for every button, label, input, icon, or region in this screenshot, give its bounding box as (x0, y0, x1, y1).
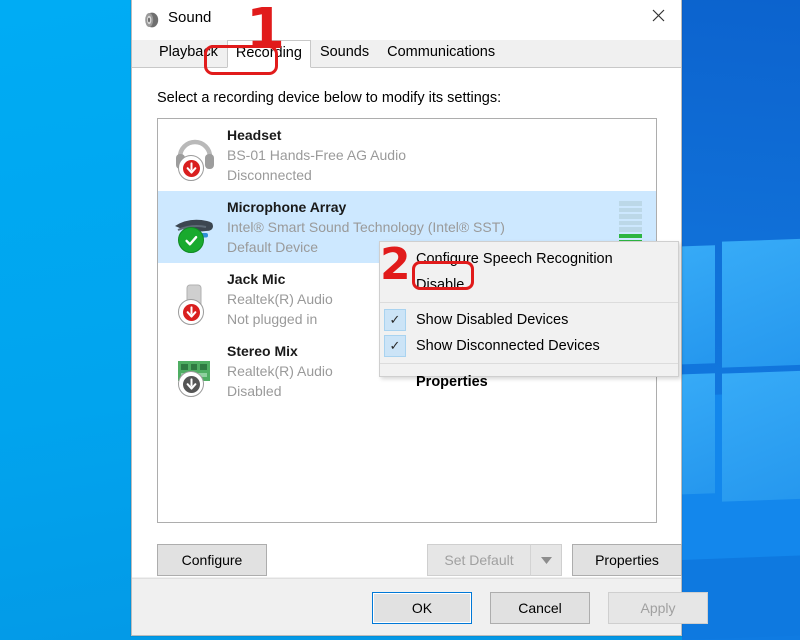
logo-pane-top-right (722, 238, 800, 368)
device-text-jack-mic: Jack Mic Realtek(R) Audio Not plugged in (227, 270, 333, 329)
logo-pane-top-left (682, 245, 715, 365)
check-icon: ✓ (384, 335, 406, 357)
set-default-button[interactable]: Set Default (427, 544, 530, 576)
logo-pane-bottom-right (722, 370, 800, 502)
device-description: BS-01 Hands-Free AG Audio (227, 146, 406, 163)
apply-button[interactable]: Apply (608, 592, 708, 624)
red-down-arrow-badge (178, 299, 204, 325)
meter-segment (619, 227, 642, 232)
meter-segment (619, 233, 642, 238)
headset-icon (170, 127, 222, 183)
meter-segment (619, 201, 642, 206)
device-name: Microphone Array (227, 198, 347, 215)
configure-button[interactable]: Configure (157, 544, 267, 576)
close-button[interactable] (635, 0, 681, 30)
device-description: Realtek(R) Audio (227, 362, 333, 379)
annotation-step-1: 1 (246, 0, 285, 62)
logo-pane-bottom-left (682, 373, 715, 495)
microphone-array-icon (170, 199, 222, 255)
device-status: Disabled (227, 382, 282, 399)
tab-sounds-label: Sounds (319, 44, 370, 60)
menu-separator-2 (380, 363, 678, 364)
window-title: Sound (168, 9, 212, 26)
menu-item-label: Properties (416, 374, 488, 390)
check-icon: ✓ (384, 309, 406, 331)
device-status: Disconnected (227, 166, 312, 183)
device-name: Jack Mic (227, 270, 286, 287)
device-row-headset[interactable]: Headset BS-01 Hands-Free AG Audio Discon… (158, 119, 656, 191)
cancel-button[interactable]: Cancel (490, 592, 590, 624)
menu-item-properties[interactable]: Properties (380, 368, 678, 396)
gray-down-arrow-badge (178, 371, 204, 397)
menu-item-show-disconnected-devices[interactable]: ✓ Show Disconnected Devices (380, 333, 678, 359)
windows-logo-icon (682, 0, 800, 640)
speaker-icon (143, 11, 161, 29)
device-description: Realtek(R) Audio (227, 290, 333, 307)
device-status: Not plugged in (227, 310, 318, 327)
chevron-down-icon[interactable] (530, 544, 562, 576)
menu-item-label: Show Disconnected Devices (416, 338, 600, 354)
set-default-split-button[interactable]: Set Default (427, 544, 562, 576)
meter-segment (619, 207, 642, 212)
panel-hint: Select a recording device below to modif… (157, 90, 502, 106)
ok-button[interactable]: OK (372, 592, 472, 624)
tab-communications-label: Communications (387, 44, 496, 60)
properties-button[interactable]: Properties (572, 544, 682, 576)
device-description: Intel® Smart Sound Technology (Intel® SS… (227, 218, 505, 235)
close-icon (652, 9, 664, 21)
audio-jack-icon (170, 271, 222, 327)
annotation-highlight-disable-item (412, 261, 474, 290)
menu-item-show-disabled-devices[interactable]: ✓ Show Disabled Devices (380, 307, 678, 333)
sound-card-icon (170, 343, 222, 399)
device-name: Headset (227, 126, 282, 143)
sound-dialog-window: Sound Playback Recording Sounds Communic… (131, 0, 708, 636)
green-check-badge (178, 227, 204, 253)
device-text-stereo-mix: Stereo Mix Realtek(R) Audio Disabled (227, 342, 333, 401)
menu-item-label: Show Disabled Devices (416, 312, 569, 328)
dialog-footer: OK Cancel Apply (132, 578, 708, 635)
red-down-arrow-badge (178, 155, 204, 181)
annotation-step-2: 2 (380, 239, 411, 290)
menu-separator-1 (380, 302, 678, 303)
tab-communications[interactable]: Communications (378, 39, 504, 67)
title-bar: Sound (132, 0, 681, 40)
device-text-headset: Headset BS-01 Hands-Free AG Audio Discon… (227, 126, 406, 185)
device-name: Stereo Mix (227, 342, 298, 359)
tab-sounds[interactable]: Sounds (311, 39, 378, 67)
meter-segment (619, 220, 642, 225)
meter-segment (619, 214, 642, 219)
